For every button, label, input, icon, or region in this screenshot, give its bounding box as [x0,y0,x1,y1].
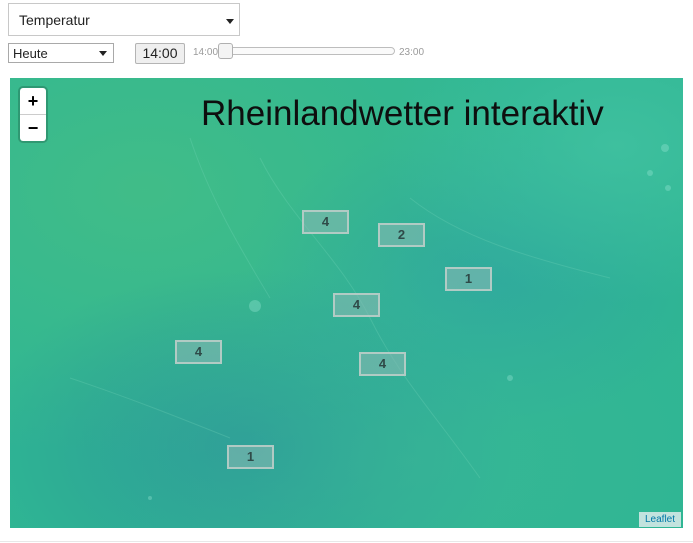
weather-marker[interactable]: 4 [359,352,406,376]
weather-marker[interactable]: 4 [302,210,349,234]
time-button[interactable]: 14:00 [135,43,185,64]
zoom-control: + − [20,88,46,141]
zoom-in-button[interactable]: + [20,88,46,115]
time-slider-thumb[interactable] [218,43,233,59]
slider-max-label: 23:00 [399,47,425,58]
day-select-value: Heute [13,46,48,61]
zoom-out-button[interactable]: − [20,115,46,141]
weather-marker[interactable]: 2 [378,223,425,247]
leaflet-attribution-link[interactable]: Leaflet [639,512,681,527]
parameter-select-value: Temperatur [19,12,90,28]
time-slider-track[interactable] [219,47,395,55]
weather-marker[interactable]: 4 [333,293,380,317]
day-select[interactable]: Heute [8,43,114,63]
chevron-down-icon [226,19,234,24]
parameter-select[interactable]: Temperatur [8,3,240,36]
divider [0,541,693,542]
weather-marker[interactable]: 1 [445,267,492,291]
slider-min-label: 14:00 [193,47,219,58]
map-title: Rheinlandwetter interaktiv [201,94,604,133]
weather-marker[interactable]: 4 [175,340,222,364]
chevron-down-icon [99,51,107,56]
weather-marker[interactable]: 1 [227,445,274,469]
